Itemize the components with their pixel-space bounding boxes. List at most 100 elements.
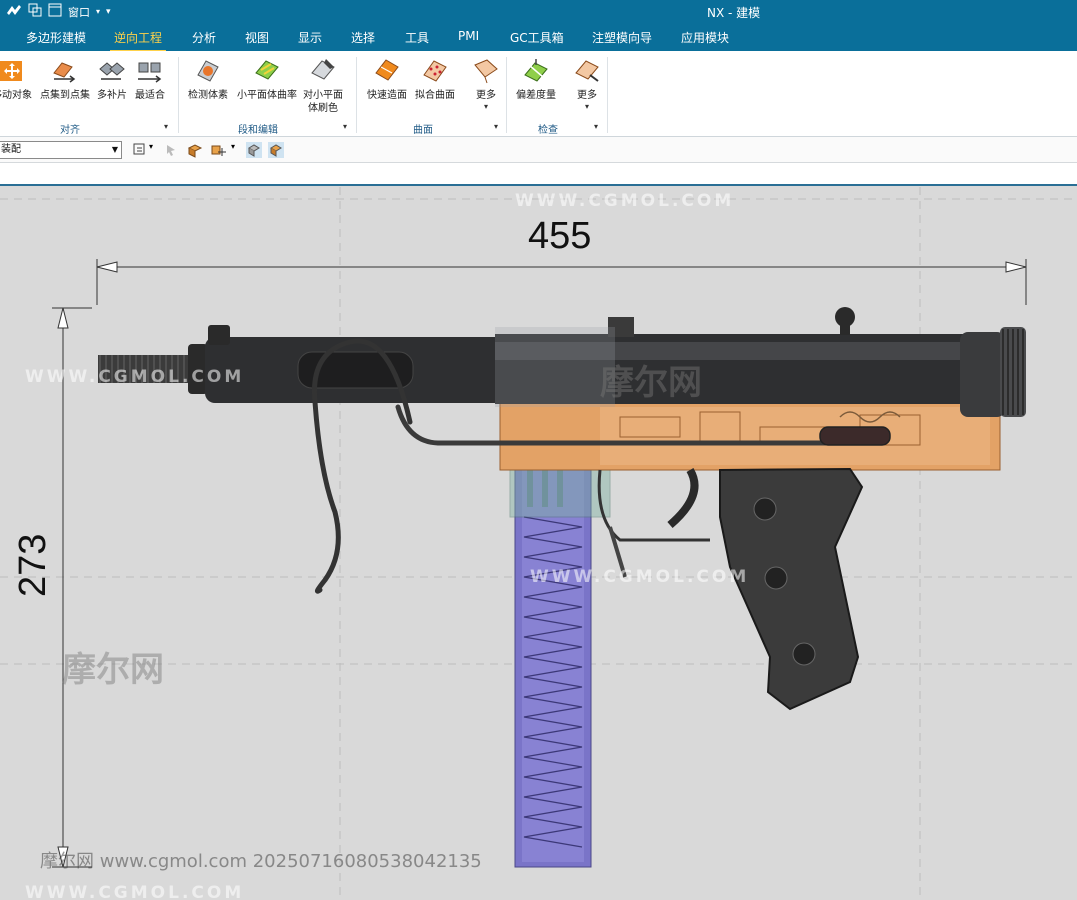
window-title: NX - 建模 — [707, 6, 761, 20]
tab-display[interactable]: 显示 — [298, 29, 322, 46]
tab-selection[interactable]: 选择 — [351, 29, 375, 46]
pistol-grip — [719, 467, 864, 711]
group-inspect-dropdown-icon[interactable]: ▾ — [594, 122, 598, 131]
tab-gc-toolbox[interactable]: GC工具箱 — [510, 29, 564, 46]
group-surface-label: 曲面 — [413, 125, 433, 136]
deviation-gauge-icon — [524, 59, 548, 82]
window-menu-label[interactable]: 窗口 — [68, 4, 90, 20]
group-surface-dropdown-icon[interactable]: ▾ — [494, 122, 498, 131]
group-inspect-label: 检查 — [538, 125, 558, 136]
tab-mold-wizard[interactable]: 注塑模向导 — [592, 29, 652, 46]
select-all-icon[interactable] — [164, 142, 180, 158]
inspect-body-label: 检测体素 — [188, 90, 228, 101]
group-facet-dropdown-icon[interactable]: ▾ — [343, 122, 347, 131]
group-align-label: 对齐 — [60, 125, 80, 136]
inspect-body-icon — [197, 60, 219, 82]
fit-surface-button[interactable]: 拟合曲面 — [415, 55, 455, 102]
best-fit-icon — [138, 62, 162, 83]
dimension-width — [96, 259, 1027, 305]
move-object-label: 移动对象 — [0, 90, 32, 101]
selection-filter-dropdown[interactable]: 装配 ▼ — [0, 141, 122, 159]
rapid-surface-label: 快速造面 — [367, 90, 407, 101]
ribbon-tabs: 多边形建模 逆向工程 分析 视图 显示 选择 工具 PMI GC工具箱 注塑模向… — [0, 24, 1077, 52]
show-component-icon[interactable] — [268, 142, 284, 158]
inspect-body-button[interactable]: 检测体素 — [188, 55, 228, 102]
tab-applications[interactable]: 应用模块 — [681, 29, 729, 46]
snap-point-icon[interactable] — [210, 142, 226, 158]
more-inspect-button[interactable]: 更多 ▾ — [572, 55, 602, 111]
customize-icon[interactable]: ▾ — [106, 7, 111, 17]
tab-analysis[interactable]: 分析 — [192, 29, 216, 46]
group-facet-edit-label: 段和编辑 — [238, 125, 278, 136]
watermark-url: WWW.CGMOL.COM — [530, 567, 750, 587]
toolbar-strip — [0, 163, 1077, 186]
facet-color-label: 对小平面 — [303, 90, 343, 101]
fit-surface-icon — [423, 60, 447, 82]
graphics-viewport[interactable]: 455 273 WWW.CGMOL.COM WWW.CGMOL.COM WWW.… — [0, 187, 1077, 900]
tab-pmi[interactable]: PMI — [458, 29, 479, 43]
dimension-height-text: 273 — [12, 533, 54, 597]
points-to-points-label: 点集到点集 — [40, 90, 90, 101]
chevron-down-icon[interactable]: ▾ — [96, 7, 100, 16]
chevron-down-icon: ▼ — [111, 145, 118, 154]
type-filter-icon[interactable] — [132, 142, 148, 158]
selection-filter-value: 装配 — [1, 144, 21, 155]
facet-color-label-2: 体刷色 — [308, 103, 338, 114]
model-canvas[interactable] — [0, 187, 1077, 900]
tab-tools[interactable]: 工具 — [405, 29, 429, 46]
best-fit-label: 最适合 — [135, 90, 165, 101]
multi-patch-button[interactable]: 多补片 — [97, 55, 127, 102]
ribbon-separator — [506, 57, 507, 133]
ribbon-separator — [356, 57, 357, 133]
facet-color-button[interactable]: 对小平面 体刷色 — [303, 55, 343, 115]
tab-reverse-engineering[interactable]: 逆向工程 — [109, 29, 167, 52]
move-object-icon — [0, 61, 22, 81]
trigger-assembly — [597, 467, 710, 578]
facet-curvature-button[interactable]: 小平面体曲率 — [237, 55, 297, 102]
points-to-points-icon — [53, 62, 76, 83]
watermark-url: WWW.CGMOL.COM — [515, 191, 735, 211]
best-fit-button[interactable]: 最适合 — [135, 55, 165, 102]
more-surface-label: 更多 — [476, 90, 496, 101]
chevron-down-icon: ▾ — [483, 102, 488, 111]
facet-brush-icon — [311, 59, 335, 80]
show-body-icon[interactable] — [246, 142, 262, 158]
rapid-surface-button[interactable]: 快速造面 — [367, 55, 407, 102]
window-menu-icon[interactable] — [48, 3, 62, 20]
more-inspect-icon — [575, 60, 599, 82]
multi-patch-icon — [99, 62, 125, 80]
deviation-label: 偏差度量 — [516, 90, 556, 101]
facet-curvature-icon — [255, 60, 279, 80]
watermark-footnote: 摩尔网 www.cgmol.com 20250716080538042135 — [40, 851, 482, 872]
move-object-button[interactable]: 移动对象 — [0, 55, 32, 102]
tab-view[interactable]: 视图 — [245, 29, 269, 46]
selection-toolbar: 装配 ▼ ▾ ▾ — [0, 137, 1077, 163]
more-surface-button[interactable]: 更多 ▾ — [471, 55, 501, 111]
multi-patch-label: 多补片 — [97, 90, 127, 101]
facet-curvature-label: 小平面体曲率 — [237, 90, 297, 101]
window-switch-icon[interactable] — [28, 3, 42, 20]
dimension-height — [52, 307, 92, 868]
quick-access-toolbar: 窗口 ▾ ▾ — [6, 3, 111, 20]
chevron-down-icon: ▾ — [584, 102, 589, 111]
watermark-url: WWW.CGMOL.COM — [25, 883, 245, 900]
fit-surface-label: 拟合曲面 — [415, 90, 455, 101]
more-surface-icon — [474, 59, 498, 84]
watermark-cn: 摩尔网 — [600, 363, 702, 403]
tab-polygon-modeling[interactable]: 多边形建模 — [26, 29, 86, 46]
watermark-url: WWW.CGMOL.COM — [25, 367, 245, 387]
deviation-button[interactable]: 偏差度量 — [516, 55, 556, 102]
dimension-width-text: 455 — [528, 215, 592, 257]
points-to-points-button[interactable]: 点集到点集 — [40, 55, 90, 102]
ribbon: 移动对象 点集到点集 多补片 最适合 对齐 ▾ 检测体素 小平面体曲率 对小平面… — [0, 51, 1077, 137]
ribbon-separator — [178, 57, 179, 133]
nx-logo-icon[interactable] — [6, 3, 22, 20]
barrel — [98, 307, 1026, 417]
rapid-surface-icon — [375, 59, 399, 81]
ribbon-separator — [607, 57, 608, 133]
title-bar: 窗口 ▾ ▾ NX - 建模 — [0, 0, 1077, 24]
chevron-down-icon[interactable]: ▾ — [149, 142, 153, 151]
group-align-dropdown-icon[interactable]: ▾ — [164, 122, 168, 131]
select-body-icon[interactable] — [187, 142, 203, 158]
chevron-down-icon[interactable]: ▾ — [231, 142, 235, 151]
